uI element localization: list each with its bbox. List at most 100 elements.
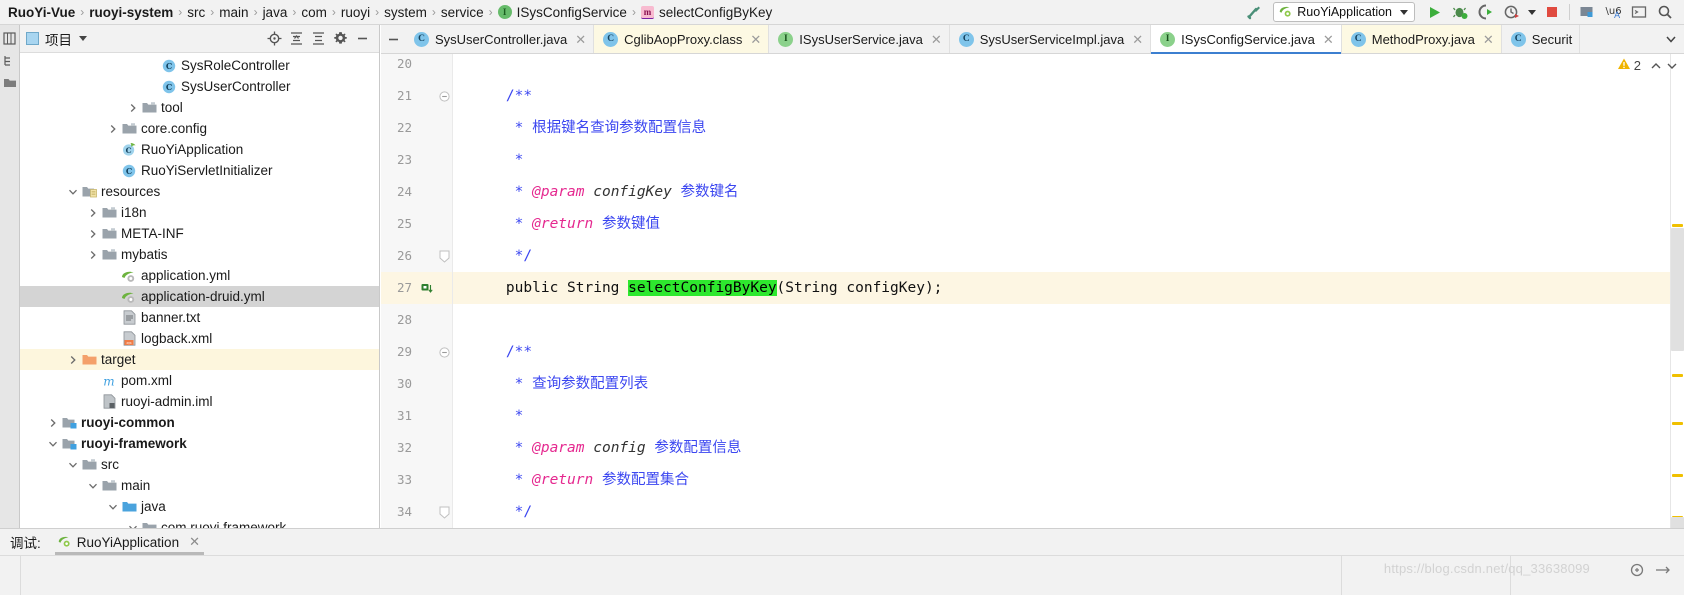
chevron-down-icon[interactable] — [106, 496, 120, 517]
scrollbar-thumb[interactable] — [1671, 228, 1684, 351]
debug-session-tab[interactable]: RuoYiApplication ✕ — [54, 534, 205, 555]
editor-tab[interactable]: I ISysUserService.java ✕ — [769, 25, 950, 53]
close-icon[interactable]: ✕ — [1132, 33, 1143, 46]
tree-node[interactable]: META-INF — [20, 223, 379, 244]
tree-node[interactable]: application.yml — [20, 265, 379, 286]
gutter-row[interactable]: 28 — [381, 304, 452, 336]
code-line[interactable] — [453, 304, 1670, 336]
code-line[interactable]: */ — [453, 240, 1670, 272]
code-line[interactable]: * 根据键名查询参数配置信息 — [453, 112, 1670, 144]
gutter-row[interactable]: 20 — [381, 54, 452, 80]
chevron-right-icon[interactable] — [106, 118, 120, 139]
terminal-icon[interactable] — [1627, 1, 1651, 23]
gutter-row[interactable]: 25 — [381, 208, 452, 240]
hide-tabs-icon[interactable] — [381, 25, 405, 53]
tree-node[interactable]: resources — [20, 181, 379, 202]
tree-node[interactable]: C RuoYiApplication — [20, 139, 379, 160]
code-line[interactable]: /** — [453, 336, 1670, 368]
chevron-right-icon[interactable] — [86, 244, 100, 265]
code-line[interactable]: * — [453, 400, 1670, 432]
gutter-row[interactable]: 29 — [381, 336, 452, 368]
code-line[interactable]: * @param configKey 参数键名 — [453, 176, 1670, 208]
breadcrumb-item-system[interactable]: system — [380, 0, 431, 25]
editor-tab[interactable]: C CglibAopProxy.class ✕ — [594, 25, 770, 53]
code-line[interactable]: * @return 参数配置集合 — [453, 464, 1670, 496]
tree-node[interactable]: application-druid.yml — [20, 286, 379, 307]
run-button[interactable] — [1422, 1, 1446, 23]
code-line[interactable] — [453, 54, 1670, 80]
tree-node[interactable]: m pom.xml — [20, 370, 379, 391]
close-icon[interactable]: ✕ — [1483, 33, 1494, 46]
breadcrumb-item-java[interactable]: java — [259, 0, 292, 25]
tree-node[interactable]: mybatis — [20, 244, 379, 265]
gutter-row[interactable]: 27 — [381, 272, 452, 304]
breadcrumb-item-isysconfigservice[interactable]: I ISysConfigService — [494, 0, 631, 25]
gutter-row[interactable]: 24 — [381, 176, 452, 208]
breadcrumb-item-ruoyi-vue[interactable]: RuoYi-Vue — [4, 0, 79, 25]
editor-tab[interactable]: I ISysConfigService.java ✕ — [1151, 25, 1342, 54]
tree-node[interactable]: com.ruoyi.framework — [20, 517, 379, 528]
hide-status-icon[interactable] — [1651, 559, 1675, 581]
run-with-coverage-button[interactable] — [1474, 1, 1498, 23]
warning-marker[interactable] — [1672, 224, 1683, 227]
code-line[interactable]: * @return 参数键值 — [453, 208, 1670, 240]
warning-marker[interactable] — [1672, 422, 1683, 425]
code-line[interactable]: * 查询参数配置列表 — [453, 368, 1670, 400]
chevron-right-icon[interactable] — [46, 412, 60, 433]
stop-button[interactable] — [1540, 1, 1564, 23]
chevron-down-icon[interactable] — [66, 181, 80, 202]
breadcrumb-item-com[interactable]: com — [297, 0, 331, 25]
chevron-down-icon[interactable] — [79, 36, 87, 41]
tree-node[interactable]: <> logback.xml — [20, 328, 379, 349]
chevron-down-icon[interactable] — [1400, 9, 1408, 15]
editor-tab[interactable]: C MethodProxy.java ✕ — [1341, 25, 1502, 53]
inspection-widget[interactable]: 2 — [1617, 57, 1680, 74]
tree-node[interactable]: ruoyi-common — [20, 412, 379, 433]
close-icon[interactable]: ✕ — [931, 33, 942, 46]
editor-marker-strip[interactable] — [1670, 54, 1684, 528]
code-content[interactable]: /** * 根据键名查询参数配置信息 * * @param configKey … — [453, 54, 1670, 528]
warning-marker[interactable] — [1672, 474, 1683, 477]
collapse-all-icon[interactable] — [307, 29, 329, 49]
close-icon[interactable]: ✕ — [189, 534, 200, 550]
favorites-folder-icon[interactable] — [2, 73, 18, 91]
tree-node[interactable]: C SysUserController — [20, 76, 379, 97]
editor-tab[interactable]: C Securit — [1501, 25, 1581, 53]
gutter-row[interactable]: 22 — [381, 112, 452, 144]
locate-icon[interactable] — [263, 29, 285, 49]
gutter-row[interactable]: 31 — [381, 400, 452, 432]
gutter-row[interactable]: 21 — [381, 80, 452, 112]
editor-gutter[interactable]: 2021222324252627282930313233343536373839… — [381, 54, 453, 528]
close-icon[interactable]: ✕ — [575, 33, 586, 46]
tree-node[interactable]: ruoyi-framework — [20, 433, 379, 454]
profiler-button[interactable] — [1500, 1, 1524, 23]
chevron-down-icon[interactable] — [46, 433, 60, 454]
code-line[interactable]: */ — [453, 496, 1670, 528]
gutter-row[interactable]: 26 — [381, 240, 452, 272]
gutter-row[interactable]: 33 — [381, 464, 452, 496]
tree-node[interactable]: tool — [20, 97, 379, 118]
project-tree[interactable]: C SysRoleController C SysUserController tool… — [20, 53, 379, 528]
gutter-row[interactable]: 32 — [381, 432, 452, 464]
chevron-right-icon[interactable] — [86, 202, 100, 223]
tabs-overflow-icon[interactable] — [1658, 25, 1684, 53]
breadcrumb-item-service[interactable]: service — [437, 0, 488, 25]
breadcrumb-item-ruoyi-system[interactable]: ruoyi-system — [85, 0, 177, 25]
chevron-down-icon[interactable] — [1664, 58, 1680, 74]
tree-node[interactable]: target — [20, 349, 379, 370]
code-editor[interactable]: 2 20212223242526272829303132333435363738… — [381, 54, 1684, 528]
breadcrumb-item-main[interactable]: main — [215, 0, 252, 25]
chevron-right-icon[interactable] — [66, 349, 80, 370]
expand-all-icon[interactable] — [285, 29, 307, 49]
warning-marker[interactable] — [1672, 374, 1683, 377]
code-line[interactable]: * — [453, 144, 1670, 176]
event-log-icon[interactable] — [1625, 559, 1649, 581]
hammer-icon[interactable] — [1242, 1, 1266, 23]
tree-node[interactable]: i18n — [20, 202, 379, 223]
tree-node[interactable]: C RuoYiServletInitializer — [20, 160, 379, 181]
tree-node[interactable]: banner.txt — [20, 307, 379, 328]
chevron-down-icon[interactable] — [66, 454, 80, 475]
implementing-method-gutter-icon[interactable] — [421, 272, 441, 304]
project-structure-icon[interactable] — [1575, 1, 1599, 23]
structure-tool-icon[interactable] — [2, 51, 18, 69]
